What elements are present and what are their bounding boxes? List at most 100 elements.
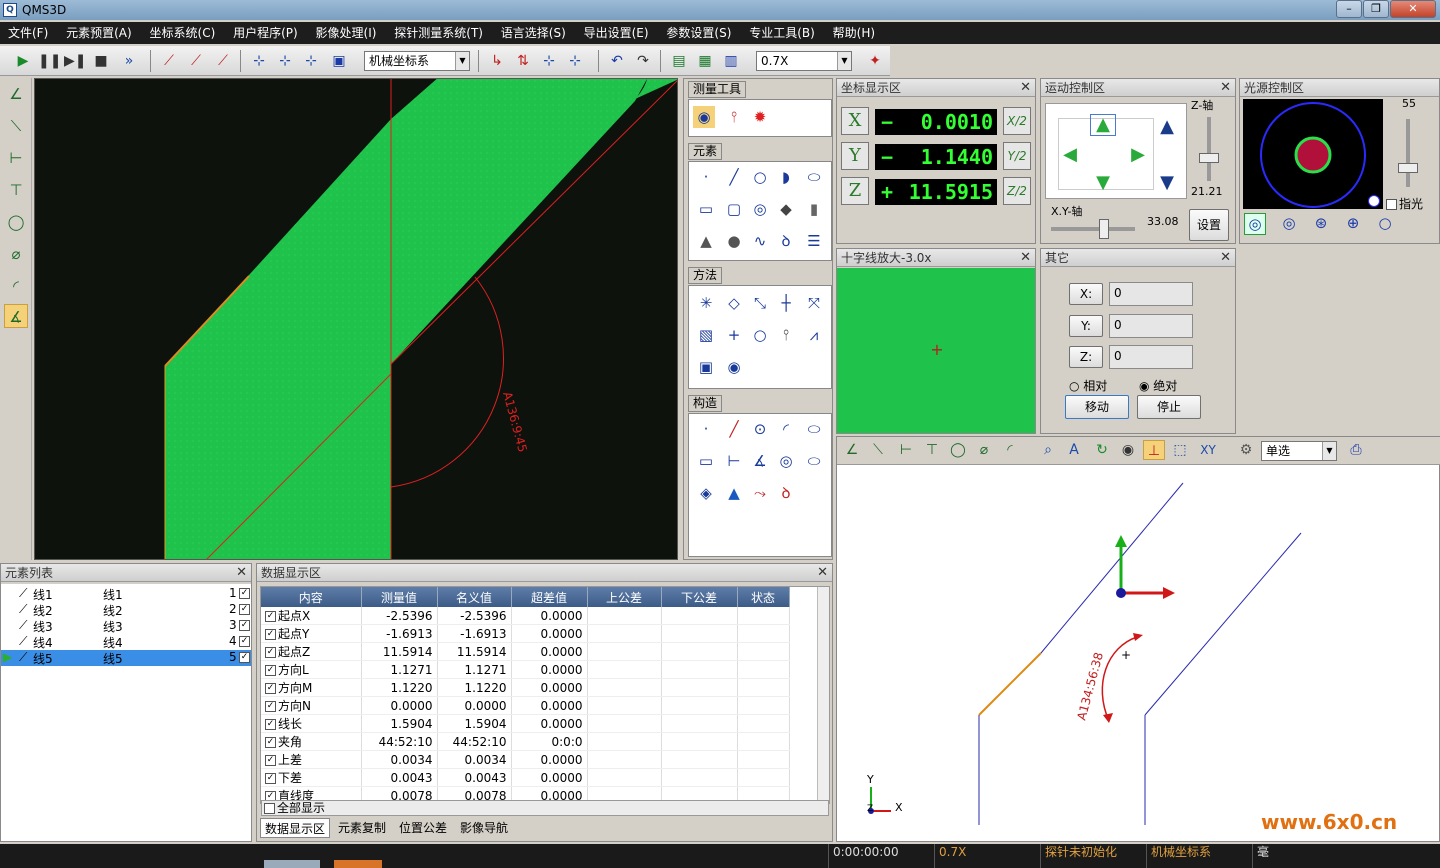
text-annotate-icon[interactable]: A [1063, 440, 1085, 460]
rectangle-icon[interactable]: ▭ [695, 198, 717, 220]
plane-icon[interactable]: ◆ [775, 198, 797, 220]
motion-settings-button[interactable]: 设置 [1189, 209, 1229, 241]
checkbox-icon[interactable]: ✓ [239, 652, 250, 663]
rotate-coord-icon[interactable]: ⊹ [248, 51, 270, 71]
view-vdist-icon[interactable]: ⊤ [921, 440, 943, 460]
axis-x-button[interactable]: X [841, 107, 869, 135]
construct-distance-icon[interactable]: ⊢ [723, 450, 745, 472]
line-icon[interactable]: ╱ [723, 166, 745, 188]
probe-touch-icon[interactable]: ⫯ [775, 324, 797, 346]
menu-file[interactable]: 文件(F) [2, 22, 54, 44]
cone-icon[interactable]: ▲ [695, 230, 717, 252]
half-z-button[interactable]: Z/2 [1003, 177, 1031, 205]
play-icon[interactable]: ▶ [12, 51, 34, 71]
box-zoom-icon[interactable]: ⬚ [1169, 440, 1191, 460]
checkbox-icon[interactable]: ✓ [265, 737, 276, 748]
probe-rotate-icon[interactable]: ⊹ [564, 51, 586, 71]
redo-icon[interactable]: ↷ [632, 51, 654, 71]
eye-icon[interactable]: ◉ [1117, 440, 1139, 460]
taskbar-button[interactable] [334, 860, 382, 868]
tab-element-copy[interactable]: 元素复制 [334, 818, 390, 838]
close-icon[interactable]: ✕ [1020, 249, 1031, 267]
light-mode-multi-icon[interactable]: ◎ [1278, 213, 1300, 235]
table-row[interactable]: ✓ 起点Y -1.6913 -1.6913 0.0000 [261, 624, 790, 643]
construct-angle-icon[interactable]: ∡ [749, 450, 771, 472]
light-mode-off-icon[interactable]: ○ [1374, 213, 1396, 235]
col-header[interactable]: 上公差 [587, 587, 662, 607]
list-item[interactable]: ⟋ 线1 线1 1 ✓ [1, 586, 251, 602]
report-icon[interactable]: ▤ [668, 51, 690, 71]
move-button[interactable]: 移动 [1065, 395, 1129, 419]
cylinder-icon[interactable]: ▮ [803, 198, 825, 220]
coord-system-select[interactable]: 机械坐标系 ▼ [364, 51, 470, 71]
fast-forward-icon[interactable]: » [118, 51, 140, 71]
menu-probe-system[interactable]: 探针测量系统(T) [388, 22, 489, 44]
table-row[interactable]: ✓ 起点Z 11.5914 11.5914 0.0000 [261, 642, 790, 661]
checkbox-icon[interactable]: ✓ [265, 683, 276, 694]
menu-coord-system[interactable]: 坐标系统(C) [144, 22, 222, 44]
circle-tool-icon[interactable]: ◯ [4, 210, 28, 234]
view-angle-icon[interactable]: ∠ [841, 440, 863, 460]
probe-move-icon[interactable]: ⇅ [512, 51, 534, 71]
vertical-distance-icon[interactable]: ⊤ [4, 178, 28, 202]
construct-arc-icon[interactable]: ◜ [775, 418, 797, 440]
table-row[interactable]: ✓ 夹角 44:52:10 44:52:10 0:0:0 [261, 732, 790, 751]
checkbox-icon[interactable]: ✓ [239, 620, 250, 631]
origin-coord-icon[interactable]: ⊹ [300, 51, 322, 71]
view-line-icon[interactable]: ⟍ [867, 440, 889, 460]
col-header[interactable]: 内容 [261, 587, 362, 607]
construct-cone-icon[interactable]: ▲ [723, 482, 745, 504]
jog-left-icon[interactable]: ◀ [1060, 144, 1080, 166]
xy-speed-slider[interactable] [1099, 219, 1109, 239]
goto-y-button[interactable]: Y: [1069, 315, 1103, 337]
checkbox-icon[interactable]: ✓ [265, 773, 276, 784]
horizontal-distance-icon[interactable]: ⊢ [4, 146, 28, 170]
construct-point-icon[interactable]: · [695, 418, 717, 440]
relative-radio[interactable]: ○ 相对 [1069, 377, 1107, 394]
diameter-tool-icon[interactable]: ⌀ [4, 242, 28, 266]
table-scrollbar[interactable] [817, 587, 829, 803]
angle-tool-icon[interactable]: ∠ [4, 82, 28, 106]
construct-line-icon[interactable]: ╱ [723, 418, 745, 440]
stop-button[interactable]: 停止 [1137, 395, 1201, 419]
arc-tool-icon[interactable]: ◜ [4, 274, 28, 298]
edge-scan-icon[interactable]: ⤧ [803, 292, 825, 314]
sphere-icon[interactable]: ● [723, 230, 745, 252]
menu-user-program[interactable]: 用户程序(P) [227, 22, 304, 44]
menu-image-processing[interactable]: 影像处理(I) [310, 22, 383, 44]
checkbox-icon[interactable]: ✓ [265, 719, 276, 730]
ring-select-icon[interactable] [1368, 195, 1380, 207]
menu-parameters[interactable]: 参数设置(S) [660, 22, 737, 44]
light-mode-ring-icon[interactable]: ◎ [1244, 213, 1266, 235]
maximize-button[interactable]: ❐ [1363, 0, 1389, 18]
view-diameter-icon[interactable]: ⌀ [973, 440, 995, 460]
ellipse-icon[interactable]: ⬭ [803, 166, 825, 188]
view-hdist-icon[interactable]: ⊢ [895, 440, 917, 460]
zoom-select[interactable]: 0.7X ▼ [756, 51, 852, 71]
construct-circle-icon[interactable]: ⊙ [749, 418, 771, 440]
coord-y-icon[interactable]: ⟋ [212, 51, 234, 71]
arc-icon[interactable]: ◗ [775, 166, 797, 188]
gear-icon[interactable]: ⚙ [1235, 440, 1257, 460]
laser-icon[interactable]: ✹ [749, 106, 771, 128]
circle-icon[interactable]: ○ [749, 166, 771, 188]
save-icon[interactable]: ▣ [328, 51, 350, 71]
table-row[interactable]: ✓ 方向L 1.1271 1.1271 0.0000 [261, 660, 790, 679]
goto-z-button[interactable]: Z: [1069, 346, 1103, 368]
probe-icon[interactable]: ⫯ [723, 106, 745, 128]
list-item[interactable]: ⟋ 线3 线3 3 ✓ [1, 618, 251, 634]
col-header[interactable]: 下公差 [661, 587, 738, 607]
circle-scan-icon[interactable]: ○ [749, 324, 771, 346]
absolute-radio[interactable]: ◉ 绝对 [1139, 377, 1177, 394]
probe-angle-icon[interactable]: ⊹ [538, 51, 560, 71]
focus-icon[interactable]: ◇ [723, 292, 745, 314]
rotate-view-icon[interactable]: ↻ [1091, 440, 1113, 460]
camera-icon[interactable]: ◉ [693, 106, 715, 128]
ring-icon[interactable]: ◎ [749, 198, 771, 220]
list-item[interactable]: ⟋ 线4 线4 4 ✓ [1, 634, 251, 650]
light-ring-display[interactable] [1243, 99, 1383, 209]
checkbox-icon[interactable]: ✓ [239, 588, 250, 599]
checkbox-icon[interactable]: ✓ [265, 647, 276, 658]
line-tool-icon[interactable]: ⟍ [4, 114, 28, 138]
camera-view[interactable]: A136:9:45 [34, 78, 678, 560]
